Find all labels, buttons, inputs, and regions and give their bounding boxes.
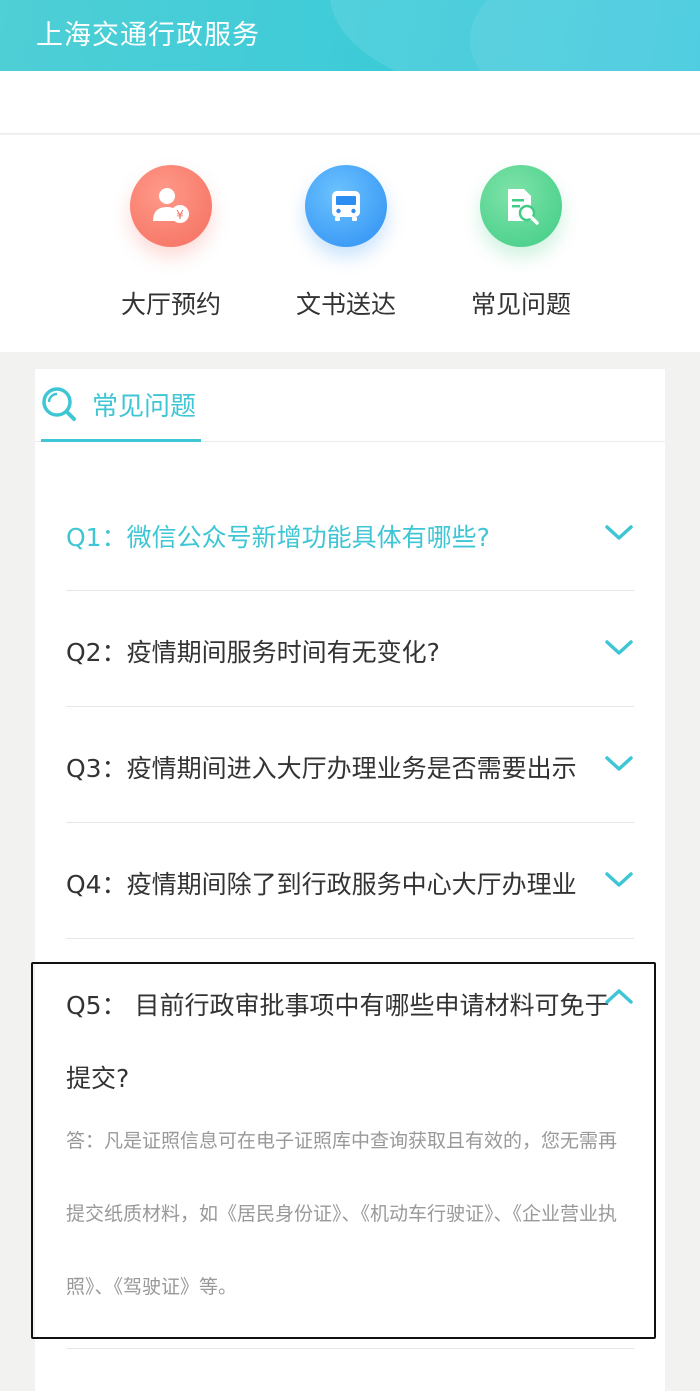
chevron-down-icon[interactable]: [604, 524, 634, 542]
faq-item-q1[interactable]: Q1：微信公众号新增功能具体有哪些?: [66, 476, 634, 591]
tab-label: 常见问题: [92, 392, 197, 422]
header-decoration: [470, 0, 700, 71]
chevron-down-icon[interactable]: [604, 755, 634, 773]
user-yen-icon: ¥: [130, 165, 212, 247]
app-header: 上海交通行政服务: [0, 0, 700, 71]
chevron-down-icon[interactable]: [604, 871, 634, 889]
svg-text:¥: ¥: [176, 208, 184, 222]
faq-question: Q3：疫情期间进入大厅办理业务是否需要出示: [66, 754, 577, 783]
page-title: 上海交通行政服务: [36, 20, 260, 51]
chevron-down-icon[interactable]: [604, 639, 634, 657]
tab-faq[interactable]: 常见问题: [41, 369, 201, 442]
search-icon: [42, 387, 76, 421]
quick-link-document-delivery[interactable]: 文书送达: [266, 165, 426, 321]
faq-item-q3[interactable]: Q3：疫情期间进入大厅办理业务是否需要出示: [66, 707, 634, 823]
faq-tabbar: 常见问题: [35, 369, 665, 442]
blank-banner: [0, 71, 700, 134]
bus-icon: [305, 165, 387, 247]
selection-highlight: [31, 962, 656, 1339]
quick-link-faq[interactable]: 常见问题: [441, 165, 601, 321]
faq-question: Q4：疫情期间除了到行政服务中心大厅办理业: [66, 870, 577, 899]
faq-item-q2[interactable]: Q2：疫情期间服务时间有无变化?: [66, 591, 634, 707]
quick-link-label: 文书送达: [295, 290, 396, 319]
divider: [66, 1348, 634, 1349]
faq-question: Q2：疫情期间服务时间有无变化?: [66, 638, 440, 667]
quick-link-hall-booking[interactable]: ¥ 大厅预约: [91, 165, 251, 321]
faq-item-q4[interactable]: Q4：疫情期间除了到行政服务中心大厅办理业: [66, 823, 634, 939]
faq-question: Q1：微信公众号新增功能具体有哪些?: [66, 523, 490, 552]
document-search-icon: [480, 165, 562, 247]
quick-links: ¥ 大厅预约 文书送达 常见问题: [0, 135, 700, 352]
quick-link-label: 常见问题: [470, 290, 571, 319]
quick-link-label: 大厅预约: [120, 290, 221, 319]
